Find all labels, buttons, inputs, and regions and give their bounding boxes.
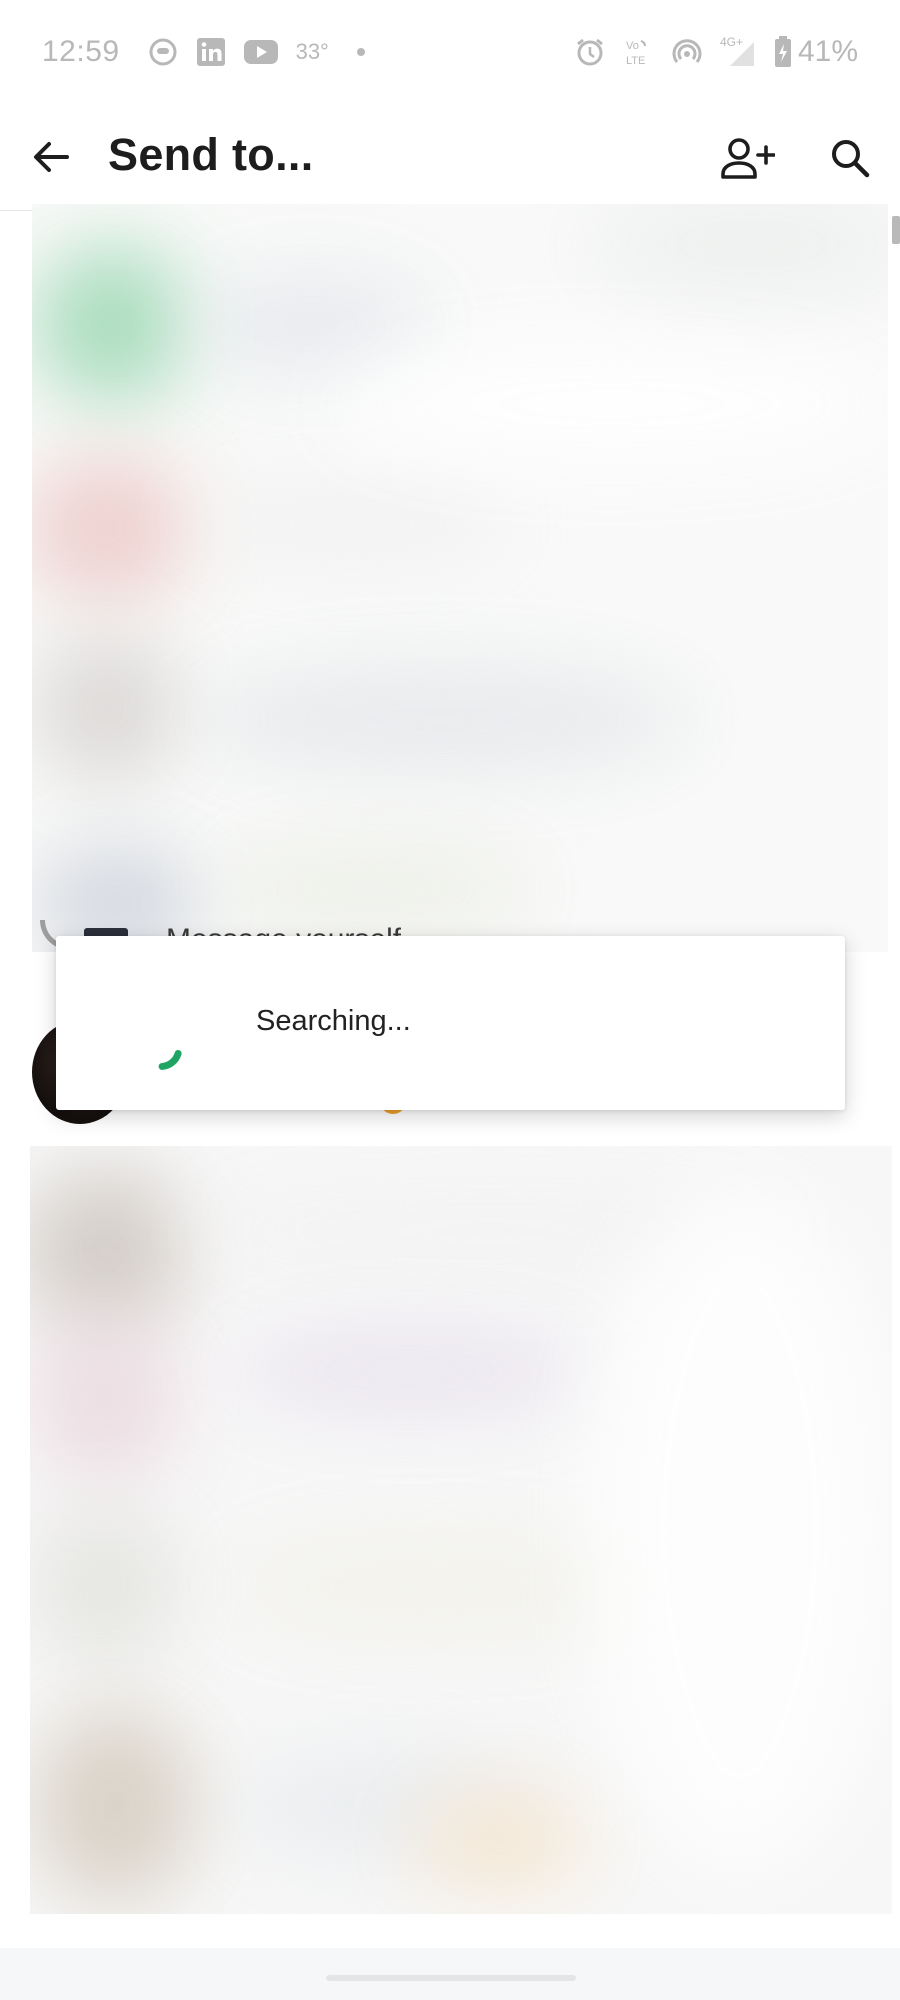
gesture-nav-area: [0, 1948, 900, 2000]
send-to-screen: 12:59 33° Vo LTE 4G+ 41% Send to... Mess…: [0, 0, 900, 2000]
gesture-handle[interactable]: [326, 1975, 576, 1981]
battery-percentage: 41%: [797, 35, 858, 68]
chat-notification-icon: [148, 37, 178, 67]
status-temperature: 33°: [295, 39, 329, 64]
loading-spinner-icon: [158, 1049, 182, 1070]
back-button[interactable]: [22, 128, 80, 186]
dialog-message: Searching...: [256, 1005, 411, 1037]
search-button[interactable]: [820, 128, 880, 188]
status-time: 12:59: [42, 35, 120, 68]
hotspot-icon: [672, 37, 702, 67]
add-person-icon: [721, 138, 775, 179]
page-title: Send to...: [108, 129, 314, 180]
app-bar: Send to...: [0, 104, 900, 210]
linkedin-icon: [196, 37, 226, 67]
blurred-contacts-bottom: [30, 1146, 892, 1914]
scrollbar-thumb[interactable]: [892, 216, 900, 244]
status-bar: 12:59 33° Vo LTE 4G+ 41%: [0, 0, 900, 104]
more-notifications-dot: [356, 48, 365, 56]
volte-icon: Vo LTE: [624, 37, 654, 67]
blurred-contacts-top: [32, 204, 888, 952]
status-left: 12:59 33°: [42, 35, 365, 69]
battery-charging-icon: [774, 36, 792, 68]
signal-icon: 4G+: [720, 36, 756, 68]
arrow-left-icon: [34, 142, 69, 172]
network-type-label: 4G+: [720, 36, 743, 49]
alarm-icon: [574, 36, 606, 68]
search-icon: [832, 140, 870, 178]
status-right: Vo LTE 4G+ 41%: [574, 35, 858, 69]
youtube-icon: [243, 39, 278, 65]
new-contact-button[interactable]: [716, 130, 780, 188]
searching-dialog: [56, 936, 845, 1110]
svg-text:Vo: Vo: [626, 40, 639, 52]
svg-text:LTE: LTE: [626, 55, 645, 67]
